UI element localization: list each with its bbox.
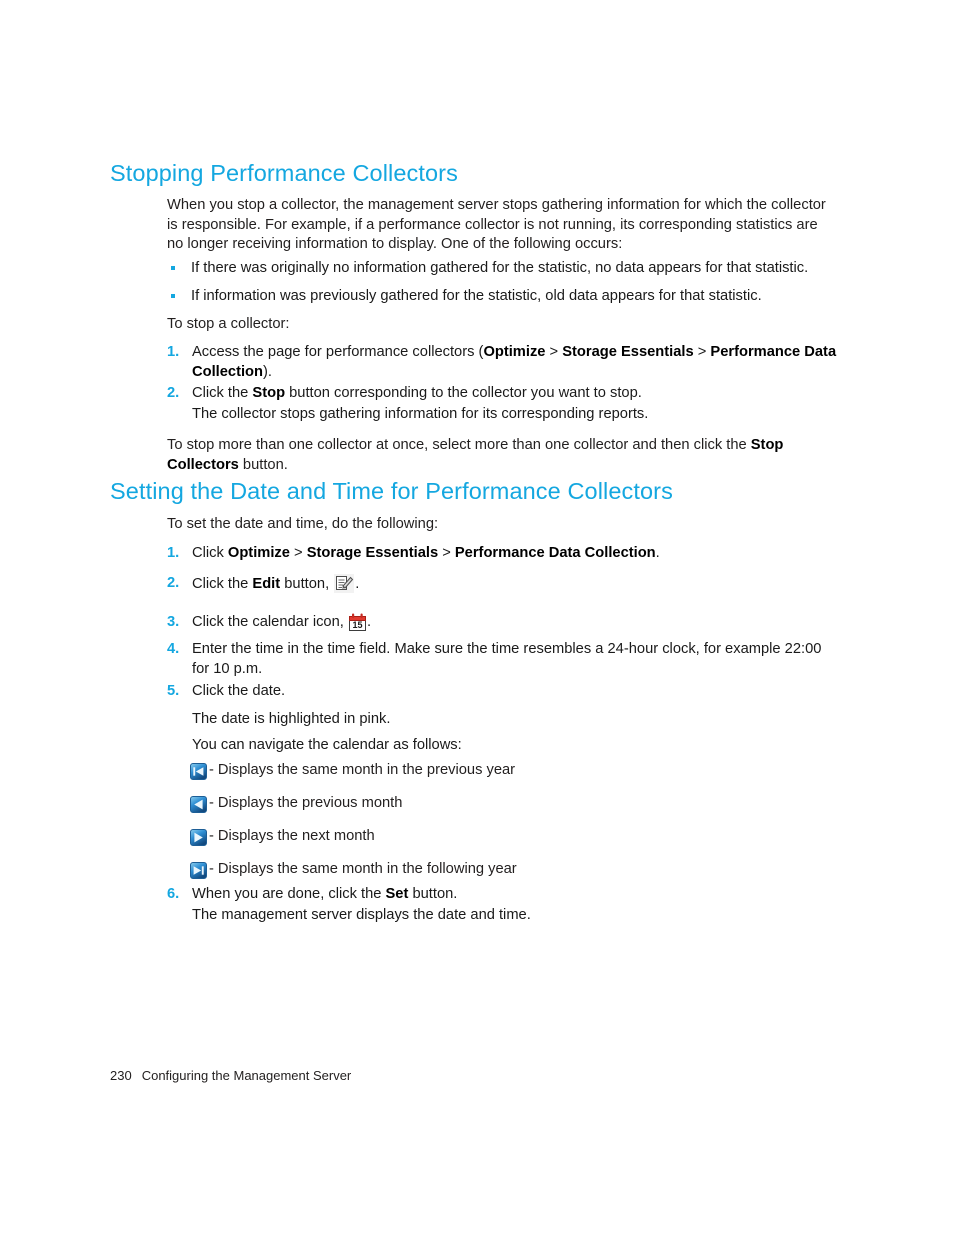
setting-step-6: 6. When you are done, click the Set butt…	[167, 885, 840, 925]
stopping-bullet-list: If there was originally no information g…	[167, 259, 847, 306]
setting-step-2: 2. Click the Edit button, .	[167, 574, 840, 595]
step-item: 3. Click the calendar icon, 15.	[167, 613, 840, 633]
legend-label: Displays the next month	[217, 828, 375, 845]
legend-dash: -	[209, 795, 214, 812]
heading-setting-date-and-time: Setting the Date and Time for Performanc…	[110, 478, 673, 504]
next-month-icon[interactable]	[190, 828, 207, 846]
legend-row: - Displays the same month in the previou…	[190, 759, 830, 783]
step-item: 1. Access the page for performance colle…	[167, 343, 840, 382]
setting-step-5: 5. Click the date. The date is highlight…	[167, 682, 840, 756]
step-result-text: The date is highlighted in pink.	[192, 710, 391, 727]
step-text: Click the calendar icon, 15.	[192, 613, 372, 631]
step-item: 6. When you are done, click the Set butt…	[167, 885, 840, 925]
legend-label: Displays the previous month	[217, 795, 403, 812]
setting-step-3: 3. Click the calendar icon, 15.	[167, 613, 840, 633]
step-text: When you are done, click the Set button.	[192, 886, 458, 902]
setting-lead-in: To set the date and time, do the followi…	[167, 516, 439, 532]
step-number: 4.	[167, 641, 180, 657]
step-text: Click the Stop button corresponding to t…	[192, 385, 642, 402]
setting-step-1: 1. Click Optimize > Storage Essentials >…	[167, 544, 840, 564]
stopping-lead-in: To stop a collector:	[167, 316, 290, 332]
step-result-text: The management server displays the date …	[192, 906, 531, 923]
step-text: Enter the time in the time field. Make s…	[192, 641, 822, 677]
list-item-label: If there was originally no information g…	[191, 260, 809, 276]
legend-row: - Displays the same month in the followi…	[190, 858, 830, 882]
footer-title: Configuring the Management Server	[141, 1068, 352, 1083]
step-text: Click the date.	[192, 683, 286, 699]
bullet-icon	[171, 293, 175, 298]
legend-dash: -	[209, 762, 214, 779]
step-number: 5.	[167, 683, 180, 699]
step-number: 2.	[167, 385, 180, 402]
legend-dash: -	[209, 861, 214, 878]
list-item: If information was previously gathered f…	[167, 287, 847, 307]
stopping-steps-list: 1. Access the page for performance colle…	[167, 343, 840, 424]
step-item: 2. Click the Edit button, .	[167, 574, 840, 595]
stopping-intro-paragraph: When you stop a collector, the managemen…	[167, 197, 826, 253]
bullet-icon	[171, 266, 175, 270]
step-number: 1.	[167, 344, 180, 360]
legend-label: Displays the same month in the previous …	[217, 762, 516, 779]
legend-row: - Displays the previous month	[190, 792, 830, 816]
list-item: If there was originally no information g…	[167, 259, 847, 279]
step-item: 4. Enter the time in the time field. Mak…	[167, 640, 840, 679]
svg-text:15: 15	[352, 620, 362, 630]
setting-step-4: 4. Enter the time in the time field. Mak…	[167, 640, 840, 679]
skip-next-year-icon[interactable]	[190, 861, 207, 879]
step-number: 3.	[167, 614, 180, 630]
step-number: 1.	[167, 545, 180, 561]
page-footer: 230 Configuring the Management Server	[110, 1068, 351, 1083]
step-item: 5. Click the date. The date is highlight…	[167, 682, 840, 756]
document-page: Stopping Performance Collectors When you…	[0, 0, 954, 1235]
edit-icon[interactable]	[334, 574, 355, 593]
legend-dash: -	[209, 828, 214, 845]
step-number: 2.	[167, 575, 180, 591]
step-number: 6.	[167, 886, 180, 902]
step-text: Click Optimize > Storage Essentials > Pe…	[192, 545, 660, 561]
skip-previous-year-icon[interactable]	[190, 762, 207, 780]
legend-label: Displays the same month in the following…	[217, 861, 517, 878]
step-note-text: You can navigate the calendar as follows…	[192, 737, 462, 754]
calendar-navigation-legend: - Displays the same month in the previou…	[190, 759, 830, 882]
step-text-suffix: .	[366, 614, 372, 630]
list-item-label: If information was previously gathered f…	[191, 287, 762, 304]
calendar-icon[interactable]: 15	[348, 613, 366, 631]
step-text: Access the page for performance collecto…	[192, 344, 837, 380]
previous-month-icon[interactable]	[190, 795, 207, 813]
step-result-text: The collector stops gathering informatio…	[192, 405, 649, 422]
step-item: 1. Click Optimize > Storage Essentials >…	[167, 544, 840, 564]
heading-stopping-performance-collectors: Stopping Performance Collectors	[110, 160, 458, 186]
footer-page-number: 230	[110, 1068, 132, 1083]
step-text: Click the Edit button, .	[192, 574, 360, 593]
step-item: 2. Click the Stop button corresponding t…	[167, 384, 840, 424]
stopping-closing-paragraph: To stop more than one collector at once,…	[167, 437, 784, 473]
legend-row: - Displays the next month	[190, 825, 830, 849]
step-text-suffix: .	[355, 576, 360, 592]
